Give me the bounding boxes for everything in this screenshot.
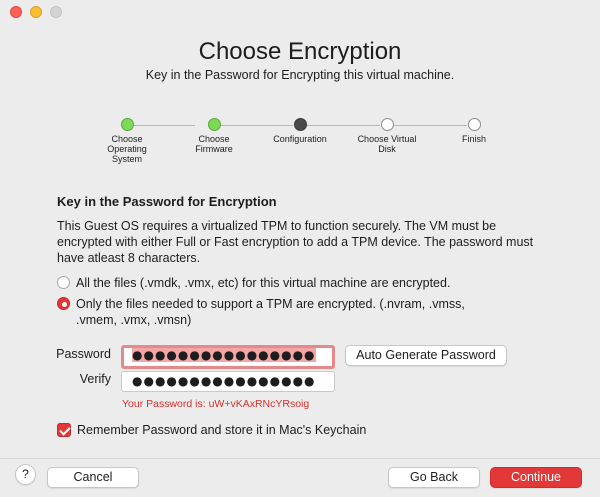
step-label: Choose Operating System [107, 134, 147, 164]
auto-generate-password-button[interactable]: Auto Generate Password [345, 345, 507, 366]
step-choose-os: Choose Operating System [87, 118, 167, 164]
password-label: Password [56, 347, 111, 361]
minimize-window-button[interactable] [30, 6, 42, 18]
step-label: Choose Virtual Disk [357, 134, 417, 154]
close-window-button[interactable] [10, 6, 22, 18]
verify-label: Verify [79, 372, 111, 386]
page-subtitle: Key in the Password for Encrypting this … [145, 68, 455, 82]
step-pending-icon [380, 118, 394, 131]
zoom-window-button[interactable] [50, 6, 62, 18]
verify-password-field[interactable]: ●●●●●●●●●●●●●●●● [121, 371, 335, 392]
section-title: Key in the Password for Encryption [57, 194, 277, 209]
step-current-icon [293, 118, 307, 131]
page-title: Choose Encryption [198, 38, 402, 65]
section-description: This Guest OS requires a virtualized TPM… [57, 219, 534, 265]
cancel-button[interactable]: Cancel [47, 467, 139, 488]
step-label: Finish [461, 134, 486, 144]
footer-divider [0, 458, 600, 459]
option-tpm-files[interactable]: Only the files needed to support a TPM a… [57, 296, 527, 328]
wizard-stepper: Choose Operating System Choose Firmware … [0, 118, 600, 168]
encryption-dialog: Choose Encryption Key in the Password fo… [0, 0, 600, 497]
help-button[interactable]: ? [15, 464, 36, 485]
generated-password-message: Your Password is: uW+vKAxRNcYRsoig [122, 398, 310, 410]
verify-password-value: ●●●●●●●●●●●●●●●● [132, 374, 316, 388]
option-tpm-files-label: Only the files needed to support a TPM a… [76, 297, 465, 327]
continue-button[interactable]: Continue [490, 467, 582, 488]
window-controls [10, 6, 62, 18]
step-pending-icon [467, 118, 481, 131]
keychain-checkbox[interactable] [57, 423, 71, 437]
step-configuration: Configuration [260, 118, 340, 144]
option-all-files[interactable]: All the files (.vmdk, .vmx, etc) for thi… [57, 275, 527, 291]
step-label: Configuration [273, 134, 327, 144]
step-choose-virtual-disk: Choose Virtual Disk [347, 118, 427, 154]
keychain-label: Remember Password and store it in Mac's … [77, 423, 367, 437]
step-complete-icon [120, 118, 134, 131]
step-choose-firmware: Choose Firmware [174, 118, 254, 154]
go-back-button[interactable]: Go Back [388, 467, 480, 488]
radio-tpm-files[interactable] [57, 297, 70, 310]
step-label: Choose Firmware [195, 134, 233, 154]
keychain-option[interactable]: Remember Password and store it in Mac's … [57, 423, 366, 437]
step-finish: Finish [434, 118, 514, 144]
step-complete-icon [207, 118, 221, 131]
option-all-files-label: All the files (.vmdk, .vmx, etc) for thi… [76, 276, 451, 290]
password-field[interactable]: ●●●●●●●●●●●●●●●● [121, 345, 335, 369]
radio-all-files[interactable] [57, 276, 70, 289]
password-value: ●●●●●●●●●●●●●●●● [132, 348, 316, 362]
